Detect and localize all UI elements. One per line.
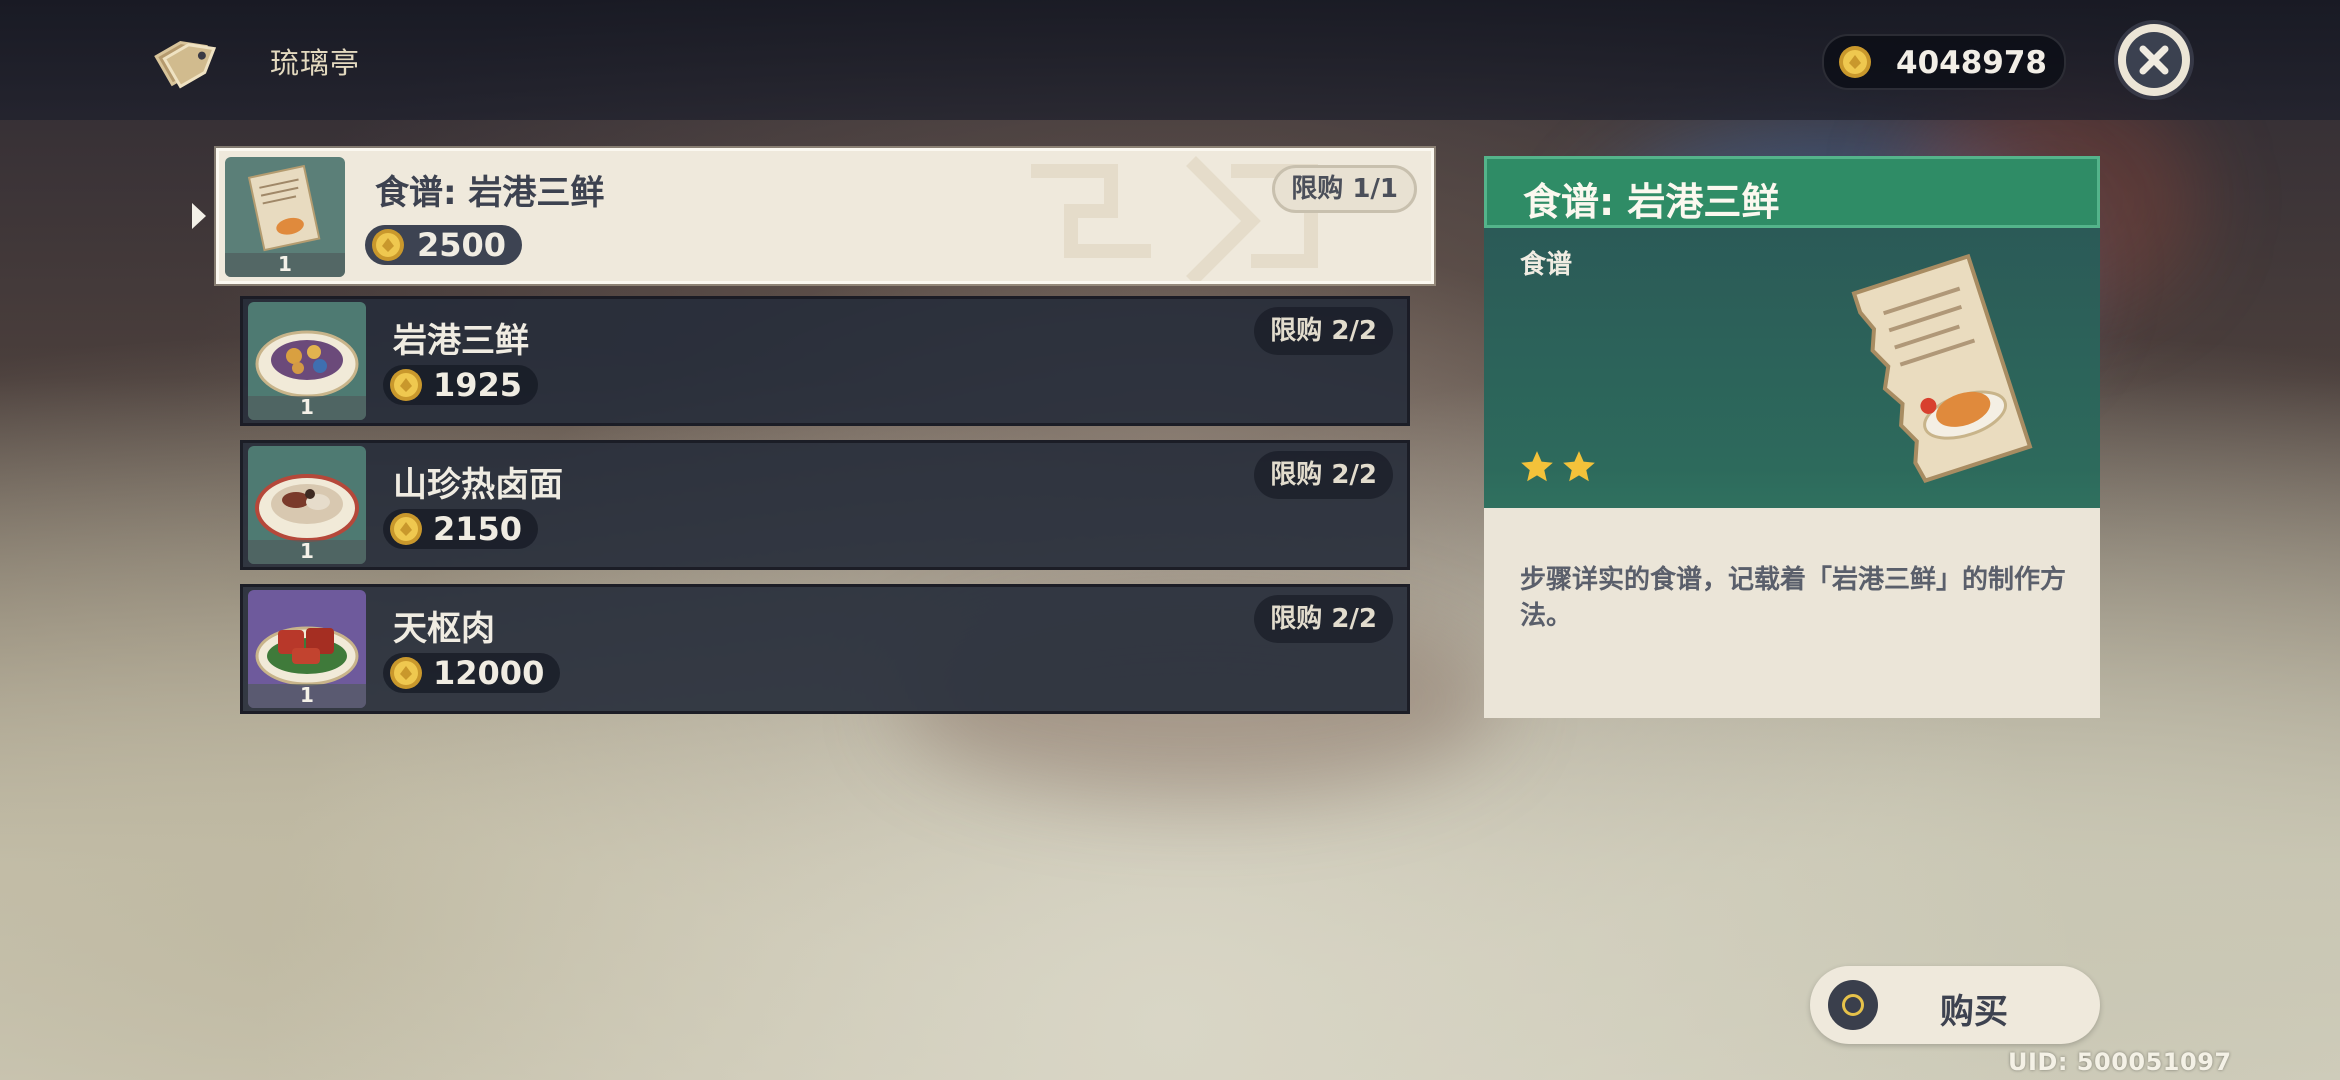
shop-item-recipe[interactable]: 1 食谱: 岩港三鲜 2500 限购 1/1 xyxy=(216,148,1434,284)
item-count: 1 xyxy=(278,252,292,276)
currency-display: 4048978 xyxy=(1822,34,2066,90)
item-thumbnail: 1 xyxy=(248,446,366,564)
item-thumbnail: 1 xyxy=(248,302,366,420)
star-icon xyxy=(1521,451,1553,482)
detail-description-area: 步骤详实的食谱，记载着「岩港三鲜」的制作方法。 xyxy=(1484,508,2100,718)
item-count: 1 xyxy=(300,395,314,419)
currency-amount: 4048978 xyxy=(1896,45,2047,81)
shop-item-seafood[interactable]: 1 岩港三鲜 1925 限购 2/2 xyxy=(240,296,1410,426)
detail-description: 步骤详实的食谱，记载着「岩港三鲜」的制作方法。 xyxy=(1520,565,2067,631)
mora-coin-icon xyxy=(390,369,422,401)
purchase-limit-badge: 限购 2/2 xyxy=(1254,595,1393,643)
item-name: 天枢肉 xyxy=(393,609,495,649)
shop-item-braised-pork[interactable]: 1 天枢肉 12000 限购 2/2 xyxy=(240,584,1410,714)
price-value: 2150 xyxy=(433,510,523,548)
purchase-limit-badge: 限购 1/1 xyxy=(1272,165,1417,213)
item-price: 12000 xyxy=(383,653,561,693)
item-price: 1925 xyxy=(383,365,539,405)
purchase-label: 购买 xyxy=(1940,992,2008,1032)
close-button[interactable] xyxy=(2118,24,2190,96)
selection-arrow-icon xyxy=(192,203,206,229)
item-name: 山珍热卤面 xyxy=(393,465,563,505)
mora-coin-icon xyxy=(390,657,422,689)
purchase-button[interactable]: 购买 xyxy=(1810,966,2100,1044)
top-bar: 琉璃亭 4048978 xyxy=(0,0,2340,120)
close-icon xyxy=(2126,32,2182,88)
rarity-stars xyxy=(1518,448,1602,490)
shop-item-noodles[interactable]: 1 山珍热卤面 2150 限购 2/2 xyxy=(240,440,1410,570)
purchase-limit-badge: 限购 2/2 xyxy=(1254,451,1393,499)
detail-header: 食谱: 岩港三鲜 xyxy=(1484,156,2100,228)
item-price: 2150 xyxy=(383,509,539,549)
price-value: 12000 xyxy=(433,654,545,692)
item-name: 食谱: 岩港三鲜 xyxy=(375,173,605,213)
item-count: 1 xyxy=(300,683,314,707)
gamepad-circle-button-icon xyxy=(1828,980,1878,1030)
player-uid: UID: 500051097 xyxy=(2008,1048,2232,1076)
item-detail-panel: 食谱: 岩港三鲜 食谱 步骤详实的食谱，记载着「岩港三鲜」的制作方法。 xyxy=(1484,156,2100,718)
detail-title: 食谱: 岩港三鲜 xyxy=(1523,180,1780,224)
star-icon xyxy=(1563,451,1595,482)
mora-coin-icon xyxy=(1839,46,1871,78)
item-price: 2500 xyxy=(365,225,523,265)
mora-coin-icon xyxy=(390,513,422,545)
item-count: 1 xyxy=(300,539,314,563)
detail-category: 食谱 xyxy=(1520,250,1573,280)
purchase-limit-badge: 限购 2/2 xyxy=(1254,307,1393,355)
price-tag-icon xyxy=(150,22,230,96)
price-value: 2500 xyxy=(417,226,507,264)
item-thumbnail: 1 xyxy=(248,590,366,708)
item-thumbnail: 1 xyxy=(225,157,345,277)
mora-coin-icon xyxy=(372,229,404,261)
shop-name: 琉璃亭 xyxy=(270,46,361,80)
recipe-scroll-art xyxy=(1851,253,2033,483)
item-name: 岩港三鲜 xyxy=(393,321,529,361)
price-value: 1925 xyxy=(433,366,523,404)
